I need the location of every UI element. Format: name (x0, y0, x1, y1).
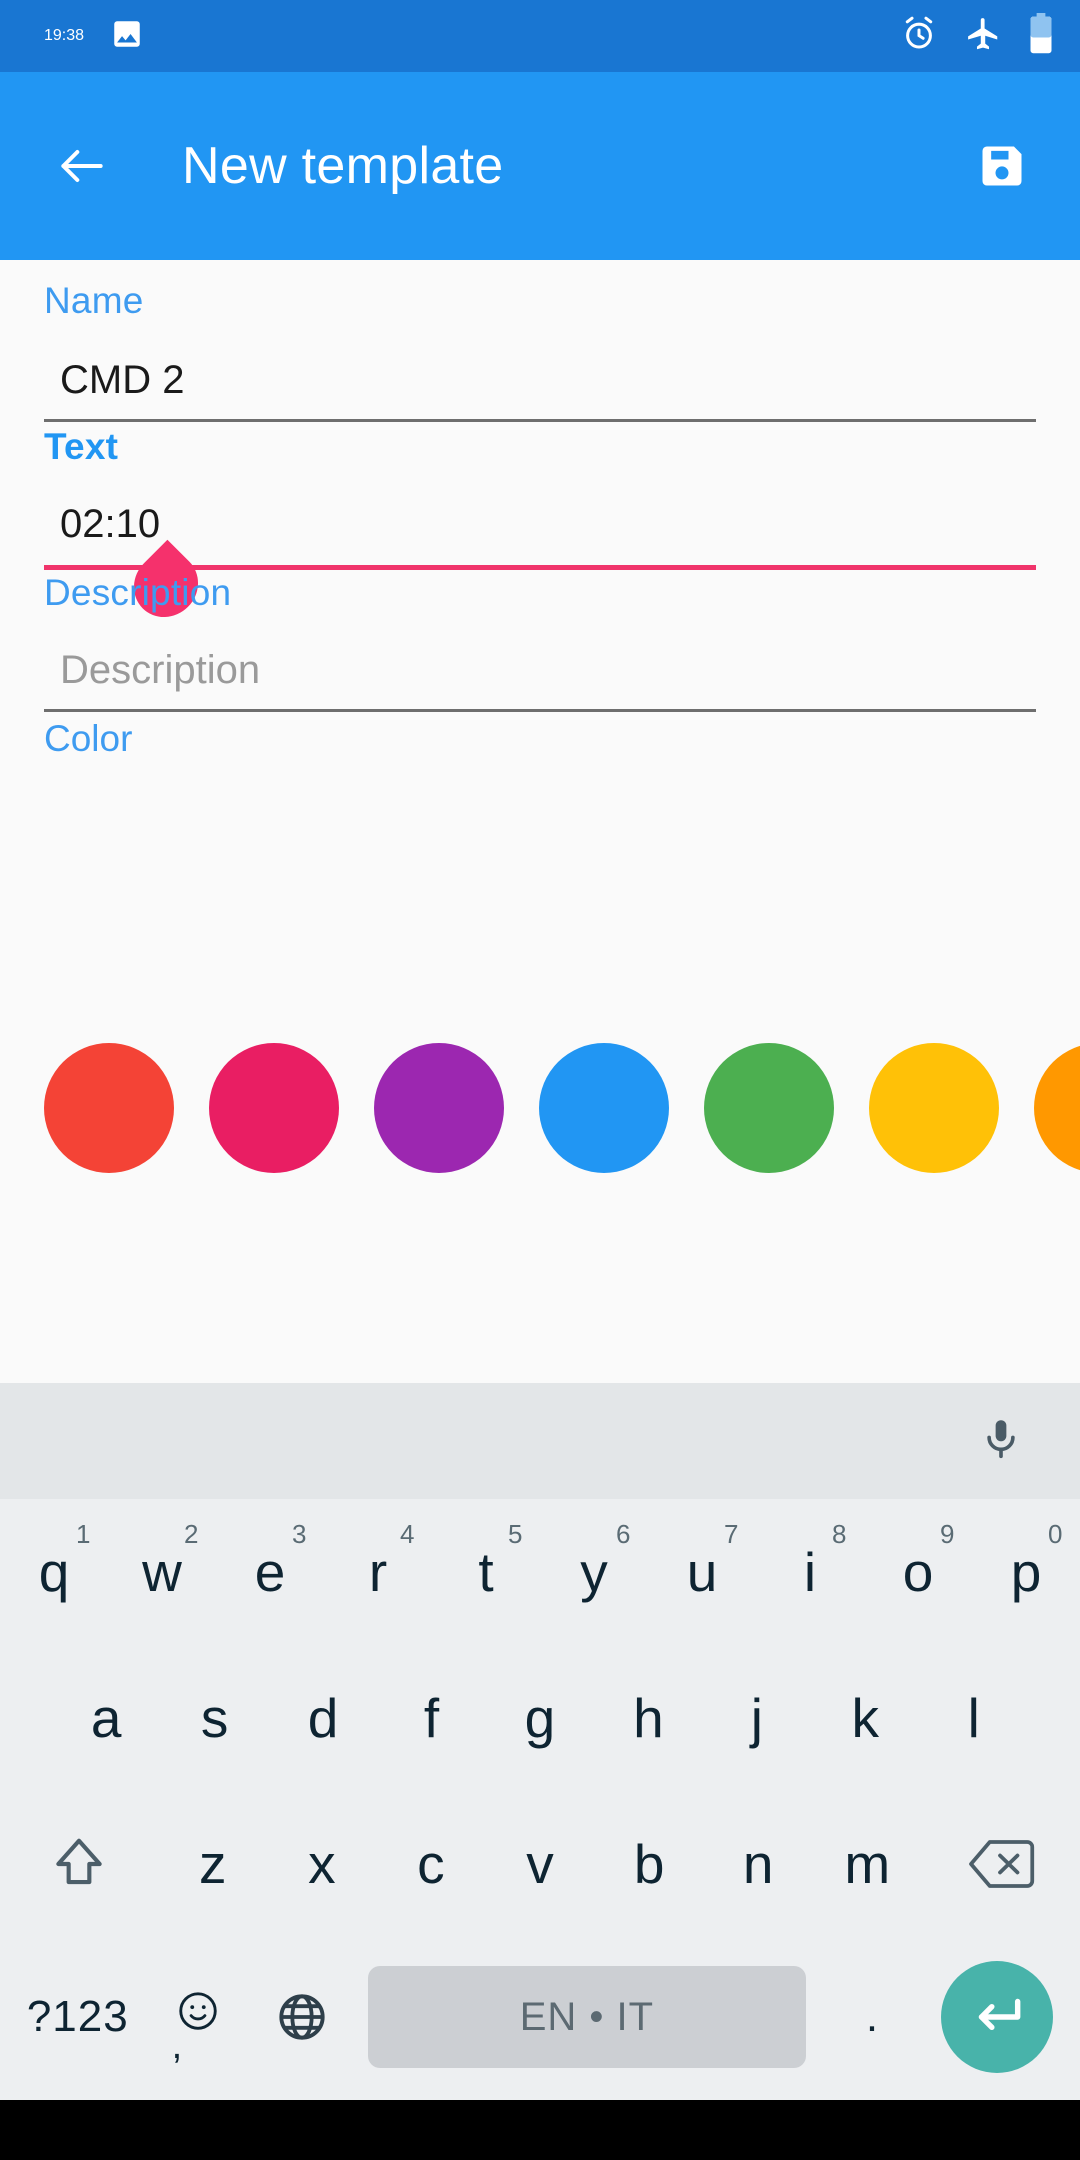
name-input[interactable]: CMD 2 (44, 358, 1036, 403)
keyboard-suggestion-strip (0, 1383, 1080, 1499)
key-i-label: i (803, 1540, 817, 1603)
key-e-label: e (254, 1540, 286, 1603)
back-button[interactable] (40, 124, 124, 208)
key-j[interactable]: j (703, 1645, 811, 1791)
status-bar-system-icons (900, 12, 1054, 60)
backspace-key[interactable] (922, 1791, 1080, 1937)
key-i-number: 8 (832, 1519, 847, 1549)
key-u[interactable]: 7u (648, 1499, 756, 1645)
color-section-label: Color (44, 718, 133, 759)
color-swatch-green[interactable] (704, 1043, 834, 1173)
save-button[interactable] (960, 124, 1044, 208)
key-w[interactable]: 2w (108, 1499, 216, 1645)
period-key[interactable]: . (820, 1944, 924, 2090)
key-l[interactable]: l (920, 1645, 1028, 1791)
key-m[interactable]: m (813, 1791, 922, 1937)
app-bar: New template (0, 72, 1080, 260)
key-t-label: t (478, 1540, 494, 1603)
template-form: Name CMD 2 Text 02:10 Description Descri… (0, 260, 1080, 1383)
key-e[interactable]: 3e (216, 1499, 324, 1645)
emoji-key[interactable]: , (146, 1944, 250, 2090)
color-swatch-red[interactable] (44, 1043, 174, 1173)
color-swatch-blue[interactable] (539, 1043, 669, 1173)
page-title: New template (182, 137, 504, 195)
color-swatch-pink[interactable] (209, 1043, 339, 1173)
navigation-bar (0, 2100, 1080, 2160)
key-n[interactable]: n (704, 1791, 813, 1937)
key-y-label: y (580, 1540, 608, 1603)
key-r[interactable]: 4r (324, 1499, 432, 1645)
key-x[interactable]: x (267, 1791, 376, 1937)
key-q-label: q (38, 1540, 70, 1603)
text-field-label: Text (44, 426, 119, 467)
symbols-key[interactable]: ?123 (10, 1944, 146, 2090)
description-field-group: Description Description (44, 572, 1036, 712)
key-k[interactable]: k (811, 1645, 919, 1791)
key-e-number: 3 (292, 1519, 307, 1549)
key-p[interactable]: 0p (972, 1499, 1080, 1645)
language-key[interactable] (250, 1944, 354, 2090)
keyboard-row-2: a s d f g h j k l (0, 1645, 1080, 1791)
key-g[interactable]: g (486, 1645, 594, 1791)
text-input[interactable]: 02:10 (44, 502, 1036, 547)
comma-label: , (171, 2025, 183, 2067)
key-y-number: 6 (616, 1519, 631, 1549)
key-c[interactable]: c (376, 1791, 485, 1937)
color-swatch-orange[interactable] (1034, 1043, 1080, 1173)
key-u-number: 7 (724, 1519, 739, 1549)
on-screen-keyboard: 1q 2w 3e 4r 5t 6y 7u 8i 9o 0p a s d f g … (0, 1383, 1080, 2100)
key-y[interactable]: 6y (540, 1499, 648, 1645)
key-w-label: w (142, 1540, 182, 1603)
status-bar-clock: 19:38 (44, 27, 85, 44)
enter-key-circle (941, 1961, 1054, 2073)
name-field-label: Name (44, 280, 144, 321)
keyboard-row-1: 1q 2w 3e 4r 5t 6y 7u 8i 9o 0p (0, 1499, 1080, 1645)
key-p-number: 0 (1048, 1519, 1063, 1549)
key-h[interactable]: h (594, 1645, 702, 1791)
microphone-icon[interactable] (978, 1416, 1024, 1467)
key-b[interactable]: b (595, 1791, 704, 1937)
keyboard-row-3: z x c v b n m (0, 1791, 1080, 1937)
keyboard-row-4: ?123 , EN • IT . (0, 1937, 1080, 2097)
key-o-label: o (902, 1540, 934, 1603)
key-p-label: p (1010, 1540, 1042, 1603)
key-i[interactable]: 8i (756, 1499, 864, 1645)
color-swatch-amber[interactable] (869, 1043, 999, 1173)
airplane-mode-icon (964, 15, 1002, 58)
name-input-underline (44, 419, 1036, 422)
space-key[interactable]: EN • IT (368, 1966, 806, 2068)
key-u-label: u (686, 1540, 718, 1603)
key-v[interactable]: v (485, 1791, 594, 1937)
alarm-icon (900, 15, 938, 58)
color-swatch-purple[interactable] (374, 1043, 504, 1173)
key-t[interactable]: 5t (432, 1499, 540, 1645)
battery-icon (1028, 12, 1054, 60)
image-icon (110, 17, 144, 56)
status-bar: 19:38 (0, 0, 1080, 72)
key-z[interactable]: z (158, 1791, 267, 1937)
shift-key[interactable] (0, 1791, 158, 1937)
color-swatch-row (44, 1043, 1080, 1173)
key-o[interactable]: 9o (864, 1499, 972, 1645)
description-input-underline (44, 709, 1036, 712)
key-t-number: 5 (508, 1519, 523, 1549)
key-w-number: 2 (184, 1519, 199, 1549)
key-r-label: r (368, 1540, 388, 1603)
key-f[interactable]: f (377, 1645, 485, 1791)
name-field-group: Name CMD 2 (44, 280, 1036, 422)
key-q-number: 1 (76, 1519, 91, 1549)
enter-key[interactable] (924, 1944, 1070, 2090)
status-bar-notification-icons (110, 17, 144, 56)
description-input[interactable]: Description (44, 648, 1036, 693)
key-q[interactable]: 1q (0, 1499, 108, 1645)
key-r-number: 4 (400, 1519, 415, 1549)
description-field-label: Description (44, 572, 232, 613)
key-d[interactable]: d (269, 1645, 377, 1791)
key-s[interactable]: s (160, 1645, 268, 1791)
key-a[interactable]: a (52, 1645, 160, 1791)
text-field-group: Text 02:10 (44, 426, 1036, 631)
key-o-number: 9 (940, 1519, 955, 1549)
